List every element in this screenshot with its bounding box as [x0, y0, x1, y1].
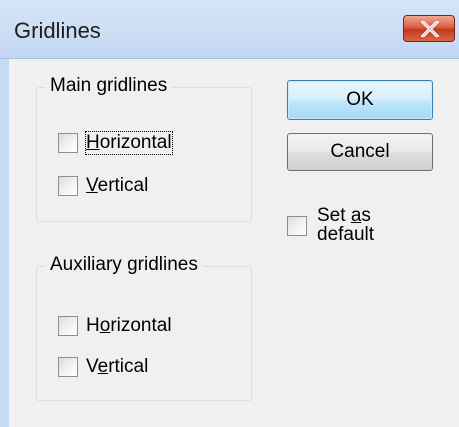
aux-vertical-checkbox-row[interactable]: Vertical — [58, 355, 148, 379]
main-gridlines-label: Main gridlines — [45, 75, 173, 97]
gridlines-dialog: Gridlines Main gridlines Horizontal Vert… — [0, 0, 459, 427]
main-horizontal-checkbox-row[interactable]: Horizontal — [58, 131, 173, 155]
aux-horizontal-label[interactable]: Horizontal — [86, 315, 172, 337]
auxiliary-gridlines-label: Auxiliary gridlines — [45, 254, 203, 276]
title-bar[interactable]: Gridlines — [0, 0, 459, 59]
set-as-default-label[interactable]: Set as default — [317, 206, 407, 244]
auxiliary-gridlines-group: Auxiliary gridlines Horizontal Vertical — [36, 254, 252, 401]
cancel-button[interactable]: Cancel — [287, 133, 433, 171]
main-vertical-checkbox[interactable] — [58, 176, 78, 196]
window-title: Gridlines — [14, 18, 101, 43]
close-button[interactable] — [403, 15, 455, 42]
main-horizontal-label[interactable]: Horizontal — [85, 131, 173, 155]
set-as-default-checkbox[interactable] — [287, 216, 307, 236]
dialog-client-area: Main gridlines Horizontal Vertical Auxil… — [9, 59, 459, 427]
window-frame-left — [0, 59, 9, 427]
main-vertical-checkbox-row[interactable]: Vertical — [58, 174, 148, 198]
aux-horizontal-checkbox[interactable] — [58, 316, 78, 336]
main-horizontal-checkbox[interactable] — [58, 133, 78, 153]
main-gridlines-group: Main gridlines Horizontal Vertical — [36, 75, 252, 222]
aux-vertical-label[interactable]: Vertical — [86, 356, 148, 378]
close-x-icon — [421, 21, 439, 37]
aux-horizontal-checkbox-row[interactable]: Horizontal — [58, 314, 172, 338]
ok-button[interactable]: OK — [287, 80, 433, 120]
main-vertical-label[interactable]: Vertical — [86, 175, 148, 197]
aux-vertical-checkbox[interactable] — [58, 357, 78, 377]
